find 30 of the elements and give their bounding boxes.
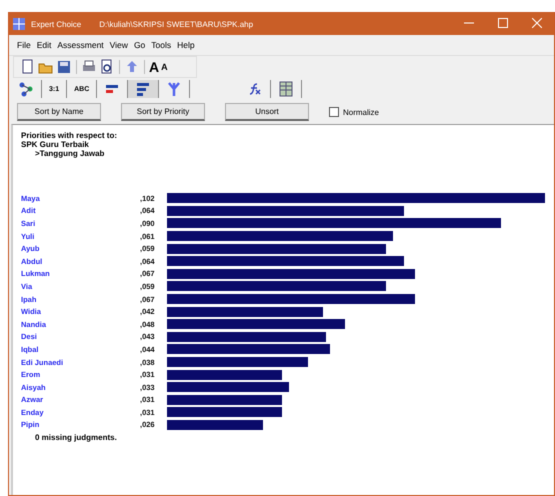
heading-text: Priorities with respect to: [21, 131, 118, 140]
close-icon[interactable] [532, 18, 542, 28]
sort-button[interactable]: Unsort [225, 103, 309, 121]
window-title: Expert Choice [31, 20, 82, 28]
menu-item[interactable]: File [17, 40, 31, 50]
font-size-icon[interactable]: A [161, 59, 168, 75]
heading-text: >Tanggung Jawab [34, 149, 106, 158]
menu-item[interactable]: Go [134, 40, 146, 50]
heading-text: SPK Guru Terbaik [21, 140, 90, 149]
menu-item[interactable]: Edit [36, 40, 52, 50]
menu-item[interactable]: Tools [151, 40, 172, 50]
grid-icon [278, 81, 294, 97]
save-icon[interactable] [56, 59, 72, 75]
tree-icon [18, 81, 34, 97]
sort-button[interactable]: Sort by Priority [121, 103, 205, 121]
sort-button[interactable]: Sort by Name [17, 103, 101, 121]
bar-chart-icon [135, 81, 152, 97]
status-text: 0 missing judgments. [34, 433, 118, 442]
menu-item[interactable]: View [110, 40, 128, 50]
menu-item[interactable]: Help [177, 40, 195, 50]
tab[interactable] [128, 80, 160, 98]
formula-icon [247, 81, 264, 97]
menu-item[interactable]: Assessment [57, 40, 104, 50]
font-size-icon[interactable]: A [149, 59, 160, 75]
file-path: D:\kuliah\SKRIPSI SWEET\BARU\SPK.ahp [99, 20, 254, 28]
maximize-icon[interactable] [498, 18, 508, 28]
checkbox[interactable] [329, 107, 339, 117]
checkbox-label: Normalize [343, 108, 380, 116]
grid-icon [13, 18, 25, 30]
branch-icon [166, 81, 182, 97]
